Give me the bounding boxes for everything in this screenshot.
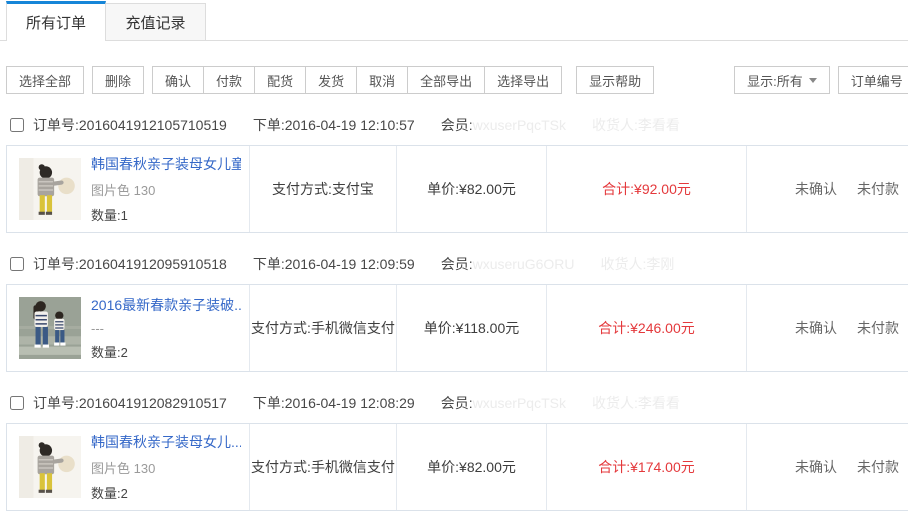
order-block: 订单号:2016041912095910518 下单:2016-04-19 12… <box>0 251 908 372</box>
order-checkbox[interactable] <box>10 396 24 410</box>
chevron-down-icon <box>809 78 817 83</box>
status-unconfirmed: 未确认 <box>795 179 837 199</box>
product-photo-mother-daughter-steps <box>19 297 81 359</box>
select-all-button[interactable]: 选择全部 <box>6 66 84 94</box>
unit-price-cell: 单价:¥82.00元 <box>396 424 546 510</box>
product-title-link[interactable]: 2016最新春款亲子装破... <box>91 295 241 315</box>
total-cell: 合计:¥246.00元 <box>546 285 746 371</box>
status-unpaid: 未付款 <box>857 179 899 199</box>
order-member: 会员:wxuserPqcTSk <box>441 393 566 413</box>
cancel-button[interactable]: 取消 <box>356 66 408 94</box>
product-info: 2016最新春款亲子装破... --- 数量:2 <box>91 295 241 361</box>
payment-cell: 支付方式:支付宝 <box>249 146 396 232</box>
order-consignee: 收货人:李看看 <box>592 393 680 413</box>
ship-button[interactable]: 发货 <box>305 66 357 94</box>
tab-recharge-records[interactable]: 充值记录 <box>106 3 206 40</box>
product-photo-child-yellow-pants <box>19 436 81 498</box>
status-cell: 未确认 未付款 未发货 <box>746 424 908 510</box>
payment-cell: 支付方式:手机微信支付 <box>249 424 396 510</box>
order-action-button-group: 确认 付款 配货 发货 取消 全部导出 选择导出 <box>152 66 562 94</box>
status-unpaid: 未付款 <box>857 318 899 338</box>
pay-button[interactable]: 付款 <box>203 66 255 94</box>
export-selected-button[interactable]: 选择导出 <box>484 66 562 94</box>
toolbar-right: 显示:所有 订单编号 <box>734 66 908 94</box>
order-block: 订单号:2016041912105710519 下单:2016-04-19 12… <box>0 112 908 233</box>
product-cell: 韩国春秋亲子装母女儿... 图片色 130 数量:2 <box>7 424 249 510</box>
tab-bar: 所有订单 充值记录 <box>0 0 908 41</box>
delete-button[interactable]: 删除 <box>92 66 144 94</box>
order-placed-time: 下单:2016-04-19 12:08:29 <box>253 393 415 413</box>
product-quantity: 数量:2 <box>91 342 241 361</box>
product-quantity: 数量:1 <box>91 205 241 224</box>
product-quantity: 数量:2 <box>91 483 241 502</box>
order-header: 订单号:2016041912082910517 下单:2016-04-19 12… <box>0 390 908 416</box>
unit-price-cell: 单价:¥118.00元 <box>396 285 546 371</box>
status-cell: 未确认 未付款 未发货 <box>746 285 908 371</box>
order-header: 订单号:2016041912095910518 下单:2016-04-19 12… <box>0 251 908 277</box>
tab-all-orders-label: 所有订单 <box>26 12 86 33</box>
toolbar: 选择全部 删除 确认 付款 配货 发货 取消 全部导出 选择导出 显示帮助 显示… <box>0 66 908 94</box>
show-filter-dropdown[interactable]: 显示:所有 <box>734 66 830 94</box>
product-title-link[interactable]: 韩国春秋亲子装母女儿童... <box>91 154 241 174</box>
product-info: 韩国春秋亲子装母女儿... 图片色 130 数量:2 <box>91 432 241 502</box>
product-variant: 图片色 130 <box>91 458 241 477</box>
order-header: 订单号:2016041912105710519 下单:2016-04-19 12… <box>0 112 908 138</box>
show-filter-label: 显示:所有 <box>747 71 803 90</box>
product-variant: 图片色 130 <box>91 180 241 199</box>
order-checkbox[interactable] <box>10 118 24 132</box>
order-number: 订单号:2016041912082910517 <box>33 393 227 413</box>
order-member: 会员:wxuserPqcTSk <box>441 115 566 135</box>
tab-recharge-records-label: 充值记录 <box>125 12 185 33</box>
product-variant: --- <box>91 321 241 336</box>
order-placed-time: 下单:2016-04-19 12:09:59 <box>253 254 415 274</box>
show-help-button[interactable]: 显示帮助 <box>576 66 654 94</box>
order-number: 订单号:2016041912095910518 <box>33 254 227 274</box>
product-photo-child-yellow-pants <box>19 158 81 220</box>
total-cell: 合计:¥174.00元 <box>546 424 746 510</box>
status-unconfirmed: 未确认 <box>795 457 837 477</box>
order-member: 会员:wxuseruG6ORU <box>441 254 575 274</box>
status-cell: 未确认 未付款 未发货 <box>746 146 908 232</box>
status-unpaid: 未付款 <box>857 457 899 477</box>
order-card: 韩国春秋亲子装母女儿童... 图片色 130 数量:1 支付方式:支付宝 单价:… <box>6 145 908 233</box>
order-number: 订单号:2016041912105710519 <box>33 115 227 135</box>
order-placed-time: 下单:2016-04-19 12:10:57 <box>253 115 415 135</box>
order-card: 韩国春秋亲子装母女儿... 图片色 130 数量:2 支付方式:手机微信支付 单… <box>6 423 908 511</box>
search-type-label: 订单编号 <box>851 71 903 90</box>
search-type-dropdown[interactable]: 订单编号 <box>838 66 908 94</box>
order-management-page: 所有订单 充值记录 选择全部 删除 确认 付款 配货 发货 取消 全部导出 选择… <box>0 0 908 512</box>
product-title-link[interactable]: 韩国春秋亲子装母女儿... <box>91 432 241 452</box>
tab-all-orders[interactable]: 所有订单 <box>6 1 106 41</box>
product-cell: 韩国春秋亲子装母女儿童... 图片色 130 数量:1 <box>7 146 249 232</box>
product-cell: 2016最新春款亲子装破... --- 数量:2 <box>7 285 249 371</box>
status-unconfirmed: 未确认 <box>795 318 837 338</box>
order-checkbox[interactable] <box>10 257 24 271</box>
order-consignee: 收货人:李刚 <box>601 254 675 274</box>
order-card: 2016最新春款亲子装破... --- 数量:2 支付方式:手机微信支付 单价:… <box>6 284 908 372</box>
payment-cell: 支付方式:手机微信支付 <box>249 285 396 371</box>
export-all-button[interactable]: 全部导出 <box>407 66 485 94</box>
allocate-button[interactable]: 配货 <box>254 66 306 94</box>
order-consignee: 收货人:李看看 <box>592 115 680 135</box>
total-cell: 合计:¥92.00元 <box>546 146 746 232</box>
order-block: 订单号:2016041912082910517 下单:2016-04-19 12… <box>0 390 908 511</box>
confirm-button[interactable]: 确认 <box>152 66 204 94</box>
unit-price-cell: 单价:¥82.00元 <box>396 146 546 232</box>
product-info: 韩国春秋亲子装母女儿童... 图片色 130 数量:1 <box>91 154 241 224</box>
